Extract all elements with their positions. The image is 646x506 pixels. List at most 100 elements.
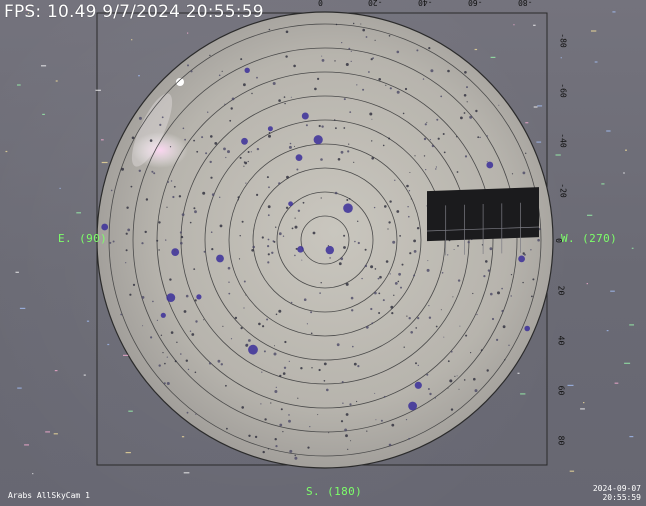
star <box>350 60 352 63</box>
top-tick-label: -20 <box>368 0 383 7</box>
sensor-noise-speck <box>536 141 542 143</box>
star <box>435 168 437 170</box>
star <box>463 112 466 114</box>
star <box>223 147 226 151</box>
star <box>388 137 391 140</box>
star <box>485 260 488 263</box>
star <box>404 87 408 91</box>
star <box>463 94 467 97</box>
sensor-noise-speck <box>591 30 597 32</box>
sensor-noise-speck <box>17 387 22 389</box>
star <box>165 239 167 241</box>
star <box>491 317 495 321</box>
sensor-noise-speck <box>580 408 585 410</box>
star <box>158 249 160 251</box>
star <box>282 372 286 375</box>
star <box>511 173 514 175</box>
star <box>230 107 233 110</box>
star <box>394 179 396 181</box>
star <box>321 55 323 57</box>
star <box>275 226 277 228</box>
star <box>130 185 133 188</box>
star <box>278 232 282 236</box>
sensor-noise-speck <box>54 370 58 372</box>
star <box>374 392 376 394</box>
star <box>435 166 437 168</box>
star <box>426 268 430 272</box>
star <box>392 240 396 244</box>
sensor-noise-speck <box>123 354 129 356</box>
star <box>436 118 439 121</box>
star <box>428 316 432 319</box>
star <box>285 55 288 58</box>
sensor-noise-speck <box>32 473 34 475</box>
star <box>260 403 262 405</box>
star <box>258 322 261 326</box>
star <box>271 251 274 254</box>
star <box>239 156 242 159</box>
star <box>345 63 349 66</box>
star <box>301 259 303 261</box>
star <box>474 389 478 393</box>
star <box>475 109 478 113</box>
star <box>138 169 141 172</box>
star <box>256 76 258 79</box>
star <box>145 198 149 201</box>
star <box>486 161 494 169</box>
star <box>424 123 427 126</box>
star <box>300 367 303 370</box>
star <box>210 176 213 179</box>
star <box>286 175 289 179</box>
star <box>427 260 429 262</box>
star <box>343 127 346 129</box>
star <box>378 292 381 295</box>
star <box>141 296 145 299</box>
star <box>422 78 425 80</box>
star <box>382 299 385 302</box>
star <box>176 341 178 343</box>
star <box>340 150 344 154</box>
star <box>189 330 192 332</box>
star <box>278 99 281 102</box>
star <box>201 136 204 139</box>
star <box>522 281 524 284</box>
star <box>427 388 430 390</box>
star <box>240 327 243 330</box>
star <box>225 384 227 387</box>
star <box>250 151 252 153</box>
star <box>150 336 153 339</box>
star <box>370 307 373 311</box>
star <box>480 349 483 352</box>
star <box>256 193 259 196</box>
star <box>477 136 480 139</box>
star <box>465 334 468 337</box>
sensor-noise-speck <box>107 343 110 346</box>
star <box>294 254 296 257</box>
star <box>317 77 320 80</box>
star <box>219 224 223 228</box>
star <box>508 344 510 346</box>
sensor-noise-speck <box>15 271 19 273</box>
star <box>305 124 308 127</box>
star <box>314 87 317 91</box>
sensor-noise-speck <box>614 382 619 384</box>
star <box>490 292 493 296</box>
star <box>413 274 416 277</box>
star <box>196 294 202 300</box>
star <box>377 277 380 280</box>
allsky-camera-frame: FPS: 10.49 9/7/2024 20:55:59 E. (90) W. … <box>0 0 646 506</box>
star <box>313 135 323 145</box>
star <box>248 434 251 437</box>
star <box>365 325 369 329</box>
east-label: E. (90) <box>58 232 108 245</box>
star <box>160 312 166 318</box>
star <box>252 245 255 249</box>
star <box>361 277 363 280</box>
star <box>158 221 161 224</box>
star <box>267 214 270 217</box>
star <box>373 206 376 209</box>
star <box>469 115 473 119</box>
star <box>338 262 342 266</box>
star <box>390 305 394 309</box>
star <box>109 241 112 244</box>
